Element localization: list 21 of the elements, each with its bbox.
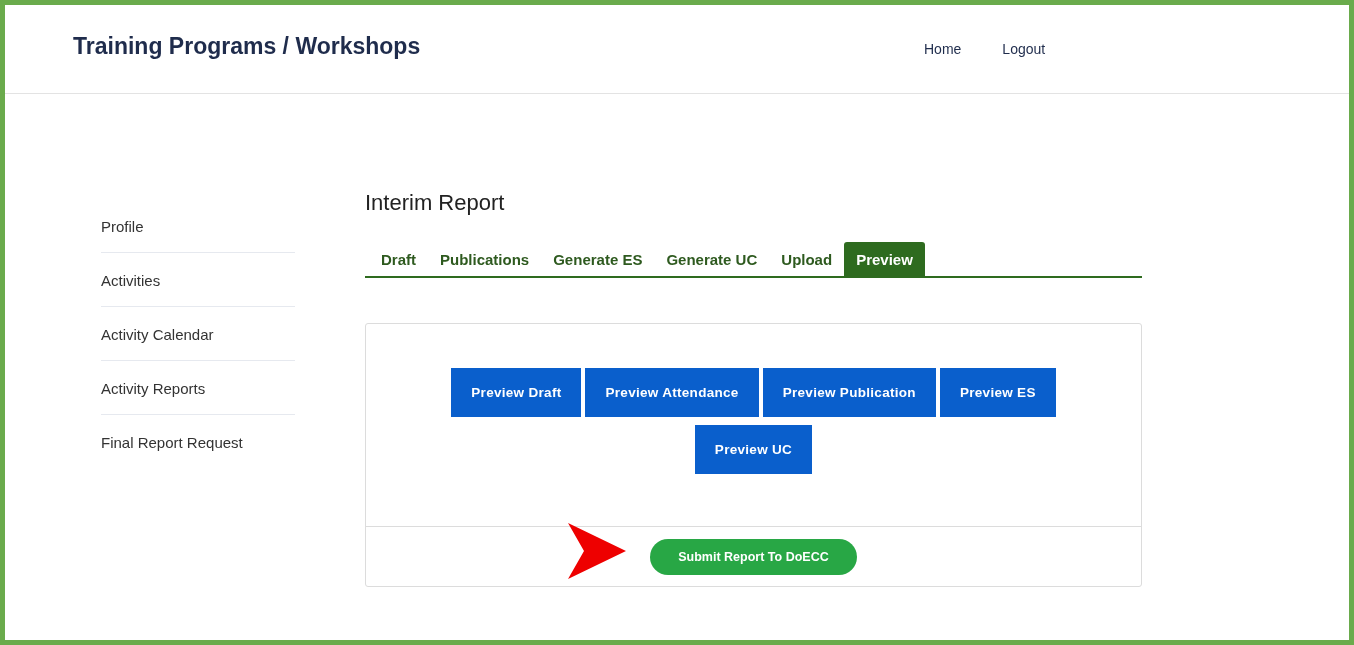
tab[interactable]: Preview (844, 242, 925, 276)
tab[interactable]: Publications (428, 242, 542, 276)
sidebar-item[interactable]: Activities (101, 272, 295, 307)
page-title: Training Programs / Workshops (73, 33, 422, 60)
preview-button[interactable]: Preview ES (939, 368, 1056, 417)
nav-link[interactable]: Logout (1002, 41, 1046, 57)
section-heading: Interim Report (365, 190, 506, 216)
sidebar-item[interactable]: Activity Calendar (101, 326, 295, 361)
preview-button[interactable]: Preview Draft (451, 368, 582, 417)
sidebar-item[interactable]: Activity Reports (101, 380, 295, 415)
tab[interactable]: Generate ES (541, 242, 655, 276)
arrow-icon (568, 523, 626, 579)
sidebar-item[interactable]: Profile (101, 218, 295, 253)
sidebar-item[interactable]: Final Report Request (101, 434, 295, 468)
nav-link[interactable]: Home (924, 41, 962, 57)
preview-button[interactable]: Preview Attendance (585, 368, 759, 417)
tab[interactable]: Generate UC (654, 242, 770, 276)
tab[interactable]: Upload (769, 242, 845, 276)
preview-button[interactable]: Preview Publication (762, 368, 936, 417)
tab[interactable]: Draft (369, 242, 428, 276)
preview-button[interactable]: Preview UC (694, 425, 813, 474)
